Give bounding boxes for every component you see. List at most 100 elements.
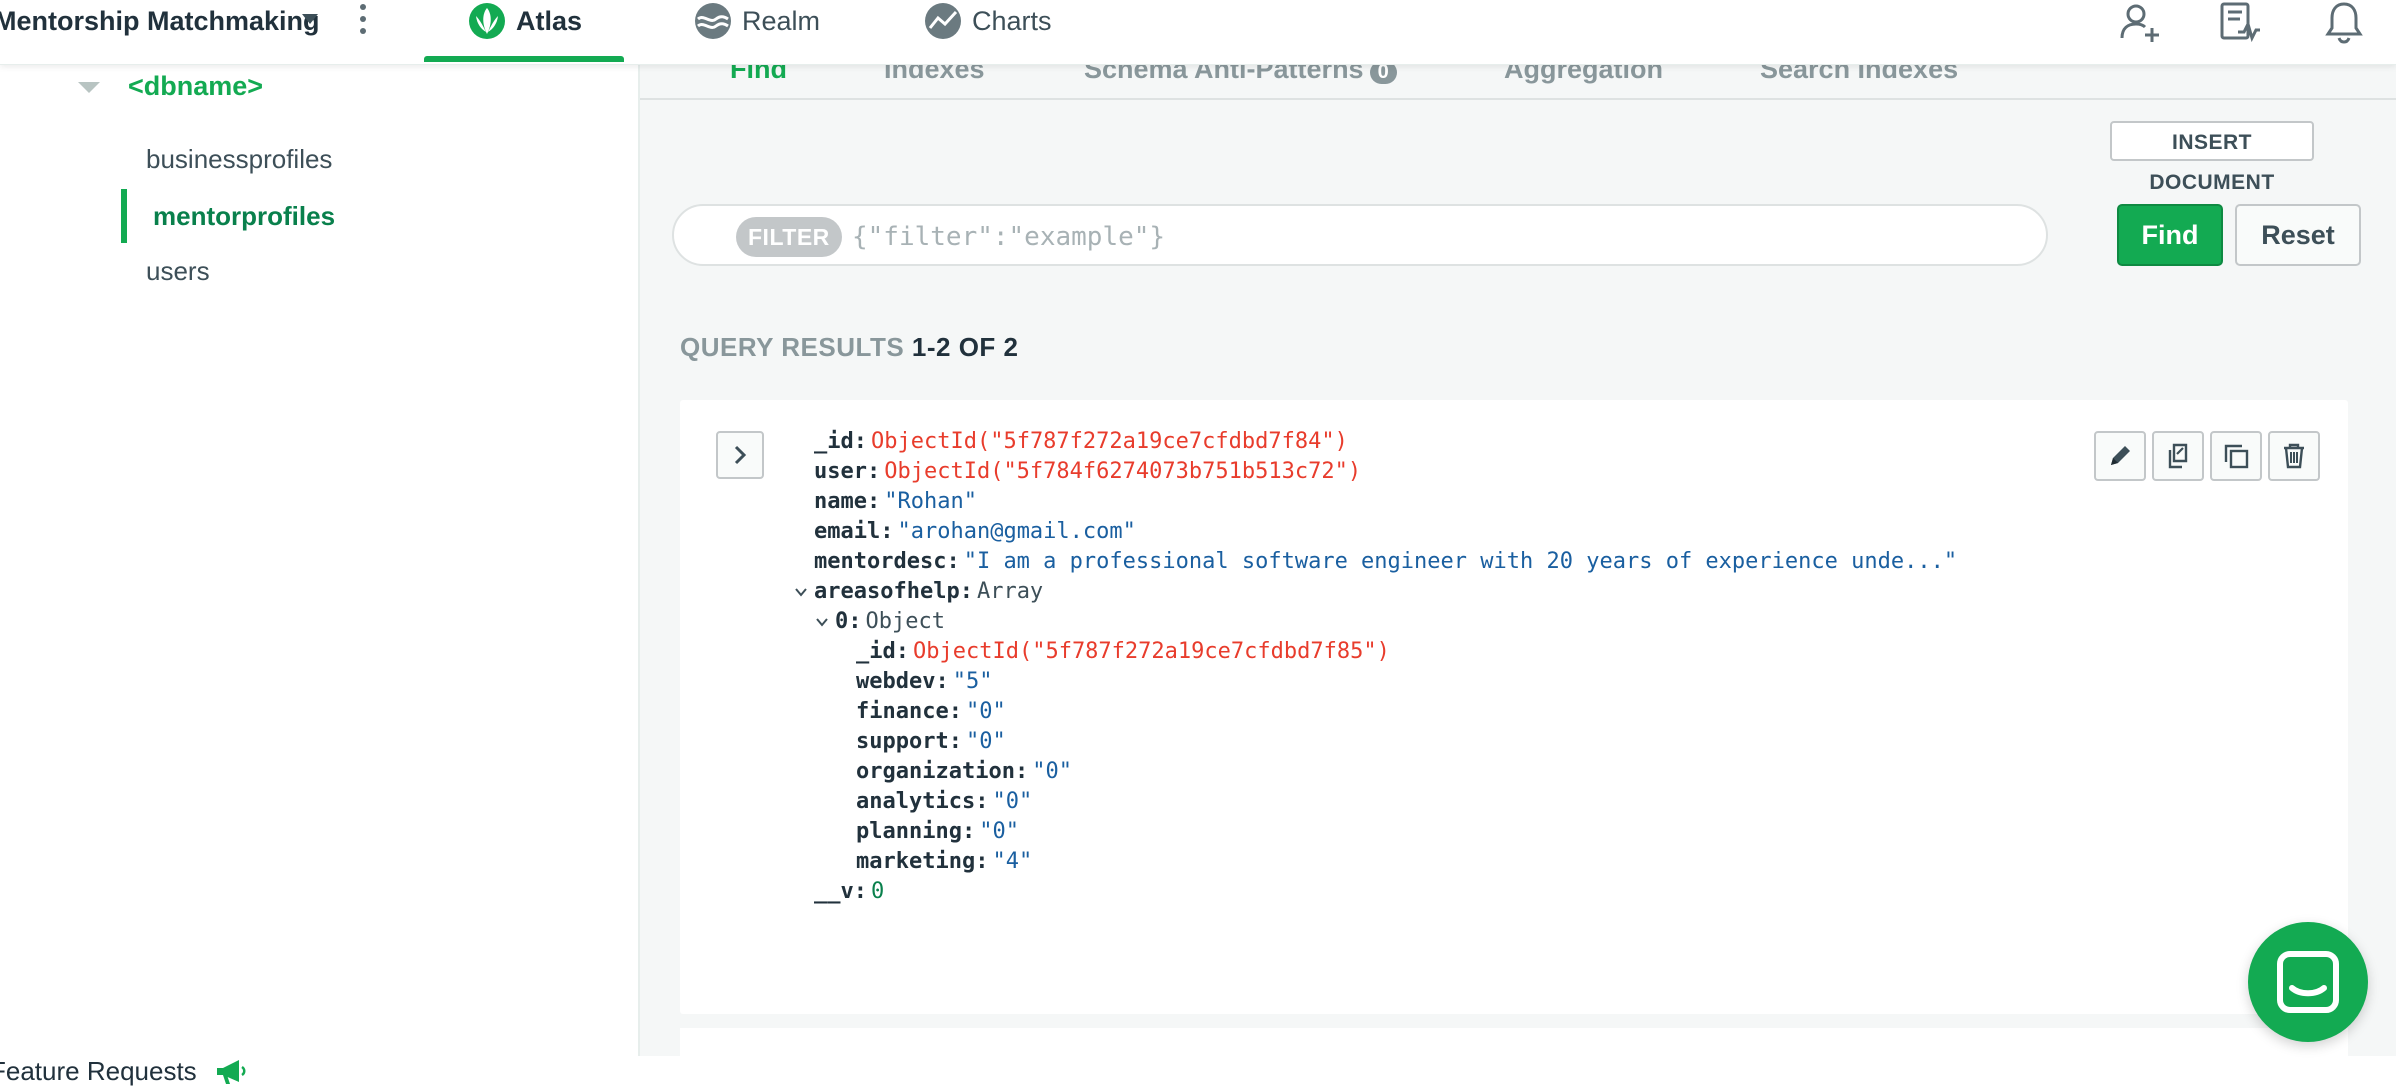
field-colon: : [975, 849, 989, 874]
field-value[interactable]: "4" [992, 849, 1032, 874]
chevron-right-icon [734, 445, 747, 465]
expand-document-button[interactable] [716, 431, 764, 479]
tab-charts[interactable]: Charts [924, 0, 1052, 42]
document-field: finance: "0" [856, 697, 1006, 727]
field-colon: : [866, 459, 881, 484]
sidebar-item-mentorprofiles[interactable]: mentorprofiles [153, 201, 335, 232]
field-key[interactable]: name [814, 489, 867, 514]
document-field: user: ObjectId("5f784f6274073b751b513c72"… [814, 457, 1361, 487]
project-name[interactable]: Mentorship Matchmaking [0, 0, 320, 42]
tab-schema-anti-patterns[interactable]: Schema Anti-Patterns 0 [1084, 64, 1397, 85]
field-key[interactable]: user [814, 459, 867, 484]
filter-input[interactable] [850, 210, 2034, 264]
delete-document-button[interactable] [2268, 431, 2320, 481]
sidebar: <dbname> businessprofiles mentorprofiles… [0, 64, 640, 1086]
active-tab-indicator [424, 56, 624, 62]
document-field: _id: ObjectId("5f787f272a19ce7cfdbd7f84") [814, 427, 1348, 457]
activity-feed-icon[interactable] [2218, 0, 2262, 44]
field-value[interactable]: Object [866, 609, 945, 634]
document-field: mentordesc: "I am a professional software… [814, 547, 1957, 577]
tab-search-indexes[interactable]: Search Indexes [1760, 64, 1958, 85]
more-options-icon[interactable] [358, 4, 368, 38]
sidebar-item-businessprofiles[interactable]: businessprofiles [146, 144, 332, 175]
document-field: analytics: "0" [856, 787, 1032, 817]
tab-atlas[interactable]: Atlas [468, 0, 582, 42]
copy-document-button[interactable] [2152, 431, 2204, 481]
realm-icon [695, 3, 731, 39]
field-value[interactable]: "0" [979, 819, 1019, 844]
tab-charts-label: Charts [972, 5, 1052, 36]
field-colon: : [848, 609, 862, 634]
field-colon: : [853, 429, 867, 454]
field-value[interactable]: Array [977, 579, 1043, 604]
tab-realm-label: Realm [742, 5, 821, 36]
bell-icon[interactable] [2322, 0, 2366, 44]
field-value[interactable]: "0" [966, 729, 1006, 754]
chat-support-button[interactable] [2248, 922, 2368, 1042]
reset-button[interactable]: Reset [2235, 204, 2361, 266]
field-key[interactable]: areasofhelp [814, 579, 960, 604]
field-key[interactable]: support [856, 729, 949, 754]
chevron-down-icon[interactable] [794, 585, 808, 599]
expand-db-icon[interactable] [78, 82, 100, 93]
field-key[interactable]: marketing [856, 849, 975, 874]
active-collection-indicator [121, 189, 127, 243]
field-key[interactable]: organization [856, 759, 1015, 784]
field-key[interactable]: _id [856, 639, 896, 664]
document-card: _id: ObjectId("5f787f272a19ce7cfdbd7f84")… [680, 400, 2348, 1014]
tab-indexes[interactable]: Indexes [884, 64, 985, 85]
field-key[interactable]: webdev [856, 669, 935, 694]
field-key[interactable]: analytics [856, 789, 975, 814]
field-value[interactable]: "0" [966, 699, 1006, 724]
field-colon: : [948, 729, 962, 754]
field-key[interactable]: __v [814, 879, 854, 904]
field-colon: : [948, 699, 962, 724]
field-key[interactable]: _id [814, 429, 854, 454]
top-navigation-bar: Mentorship Matchmaking Atlas Realm Chart… [0, 0, 2396, 65]
tab-aggregation[interactable]: Aggregation [1504, 64, 1663, 85]
field-key[interactable]: 0 [835, 609, 848, 634]
sidebar-item-users[interactable]: users [146, 256, 210, 287]
field-value[interactable]: 0 [871, 879, 884, 904]
insert-document-button[interactable]: INSERT DOCUMENT [2110, 121, 2314, 194]
field-key[interactable]: finance [856, 699, 949, 724]
field-colon: : [946, 549, 960, 574]
field-value[interactable]: ObjectId("5f787f272a19ce7cfdbd7f85") [913, 639, 1390, 664]
field-value[interactable]: ObjectId("5f784f6274073b751b513c72") [884, 459, 1361, 484]
edit-document-button[interactable] [2094, 431, 2146, 481]
field-value[interactable]: "0" [1032, 759, 1072, 784]
feature-requests-label: Feature Requests [0, 1056, 197, 1086]
copy-document-icon [2168, 443, 2188, 469]
document-field: support: "0" [856, 727, 1006, 757]
database-name[interactable]: <dbname> [128, 71, 263, 102]
field-value[interactable]: "arohan@gmail.com" [897, 519, 1135, 544]
clone-icon [2224, 444, 2249, 469]
chat-icon [2277, 951, 2339, 1013]
tab-find[interactable]: Find [730, 64, 787, 85]
field-colon: : [975, 789, 989, 814]
field-key[interactable]: email [814, 519, 880, 544]
document-field: organization: "0" [856, 757, 1072, 787]
charts-icon [925, 3, 961, 39]
field-value[interactable]: "5" [953, 669, 993, 694]
field-colon: : [880, 519, 894, 544]
project-dropdown-icon[interactable] [302, 14, 318, 24]
tab-realm[interactable]: Realm [694, 0, 820, 42]
add-user-icon[interactable] [2118, 0, 2162, 44]
main-panel: Find Indexes Schema Anti-Patterns 0 Aggre… [640, 64, 2396, 1088]
field-value[interactable]: ObjectId("5f787f272a19ce7cfdbd7f84") [871, 429, 1348, 454]
query-results-header: QUERY RESULTS 1-2 OF 2 [680, 332, 1019, 363]
field-value[interactable]: "0" [992, 789, 1032, 814]
find-button[interactable]: Find [2117, 204, 2223, 266]
document-field: marketing: "4" [856, 847, 1032, 877]
feature-requests-link[interactable]: Feature Requests [0, 1056, 247, 1087]
field-key[interactable]: planning [856, 819, 962, 844]
field-key[interactable]: mentordesc [814, 549, 946, 574]
chevron-down-icon[interactable] [815, 615, 829, 629]
clone-document-button[interactable] [2210, 431, 2262, 481]
field-colon: : [961, 819, 976, 844]
field-value[interactable]: "Rohan" [884, 489, 977, 514]
document-field: __v: 0 [814, 877, 884, 907]
document-field: email: "arohan@gmail.com" [814, 517, 1136, 547]
field-value[interactable]: "I am a professional software engineer w… [964, 549, 1957, 574]
